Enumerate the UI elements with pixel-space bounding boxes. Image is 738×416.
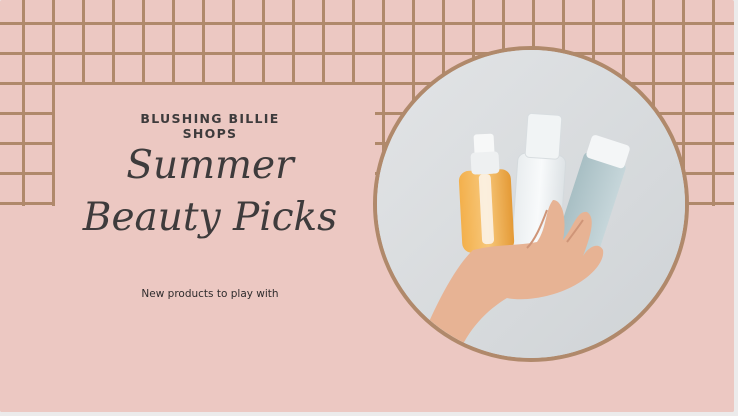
hand-holding-bottles-image (377, 50, 685, 358)
product-photo (373, 46, 689, 362)
promo-banner: BLUSHING BILLIE SHOPS Summer Beauty Pick… (0, 0, 734, 412)
title-line-1: Summer (126, 143, 294, 188)
brand-name: BLUSHING BILLIE SHOPS (140, 111, 280, 141)
banner-subtitle: New products to play with (141, 288, 279, 300)
banner-title: Summer Beauty Picks (60, 140, 360, 244)
title-line-2: Beauty Picks (82, 195, 338, 240)
